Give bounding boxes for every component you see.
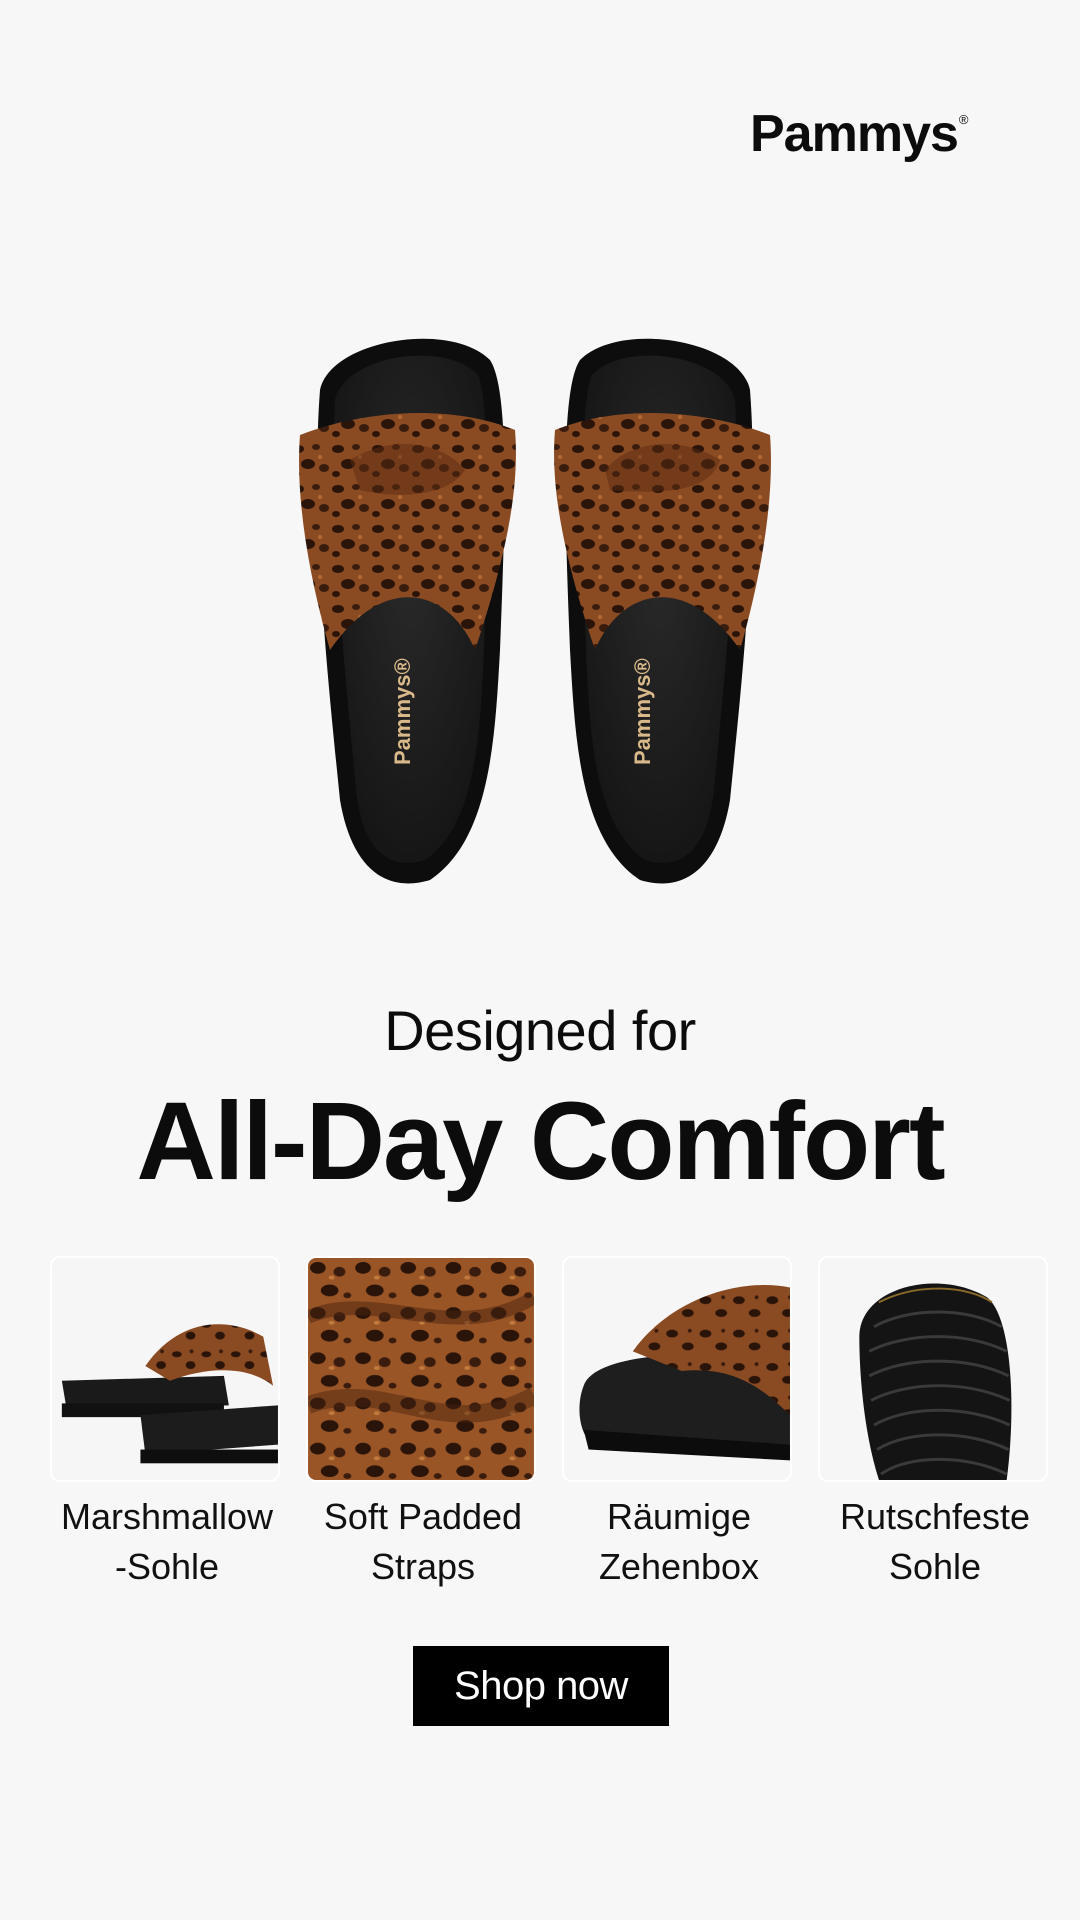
toe-box-closeup-image xyxy=(562,1256,792,1482)
feature-label: Rutschfeste Sohle xyxy=(818,1492,1052,1592)
brand-logo: Pammys® xyxy=(750,104,969,164)
feature-label-line2: -Sohle xyxy=(114,1546,220,1587)
feature-label-line2: Straps xyxy=(370,1546,476,1587)
feature-label-line1: Marshmallow xyxy=(60,1496,274,1537)
insole-print-right: Pammys® xyxy=(630,658,655,765)
leopard-strap-closeup-image xyxy=(306,1256,536,1482)
outsole-tread-image xyxy=(818,1256,1048,1482)
feature-label: Räumige Zehenbox xyxy=(562,1492,796,1592)
trademark-mark: ® xyxy=(958,112,969,127)
feature-label-line2: Sohle xyxy=(888,1546,982,1587)
headline-title: All-Day Comfort xyxy=(136,1080,945,1203)
brand-name: Pammys xyxy=(750,105,959,163)
feature-label: Soft Padded Straps xyxy=(306,1492,540,1592)
feature-label-line1: Räumige xyxy=(606,1496,752,1537)
insole-print-left: Pammys® xyxy=(390,658,415,765)
feature-item-marshmallow: Marshmallow -Sohle xyxy=(50,1256,284,1592)
feature-item-straps: Soft Padded Straps xyxy=(306,1256,540,1592)
feature-label-line1: Soft Padded xyxy=(323,1496,523,1537)
feature-item-sole: Rutschfeste Sohle xyxy=(818,1256,1052,1592)
left-sandal: Pammys® xyxy=(299,338,516,884)
side-view-sandal-image xyxy=(50,1256,280,1482)
feature-label-line2: Zehenbox xyxy=(598,1546,760,1587)
headline-subtitle: Designed for xyxy=(384,999,696,1062)
feature-list: Marshmallow -Sohle Soft Padded Straps Rä… xyxy=(50,1256,1050,1616)
shop-now-button[interactable]: Shop now xyxy=(413,1646,669,1726)
feature-label-line1: Rutschfeste xyxy=(839,1496,1031,1537)
feature-item-toebox: Räumige Zehenbox xyxy=(562,1256,796,1592)
feature-label: Marshmallow -Sohle xyxy=(50,1492,284,1592)
right-sandal: Pammys® xyxy=(554,338,771,884)
hero-product-image: Pammys® Pammys® xyxy=(290,320,790,890)
